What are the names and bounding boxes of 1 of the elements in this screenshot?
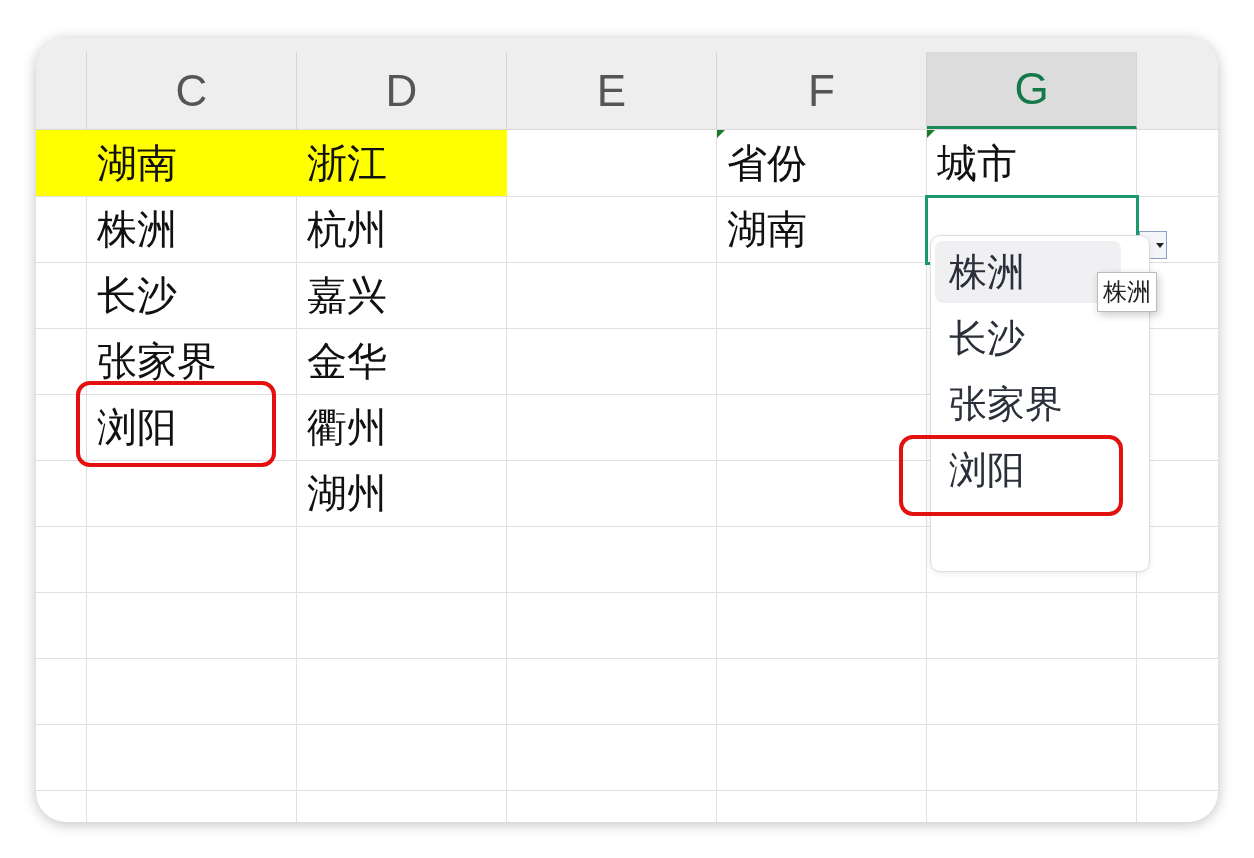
tooltip: 株洲	[1097, 272, 1157, 312]
